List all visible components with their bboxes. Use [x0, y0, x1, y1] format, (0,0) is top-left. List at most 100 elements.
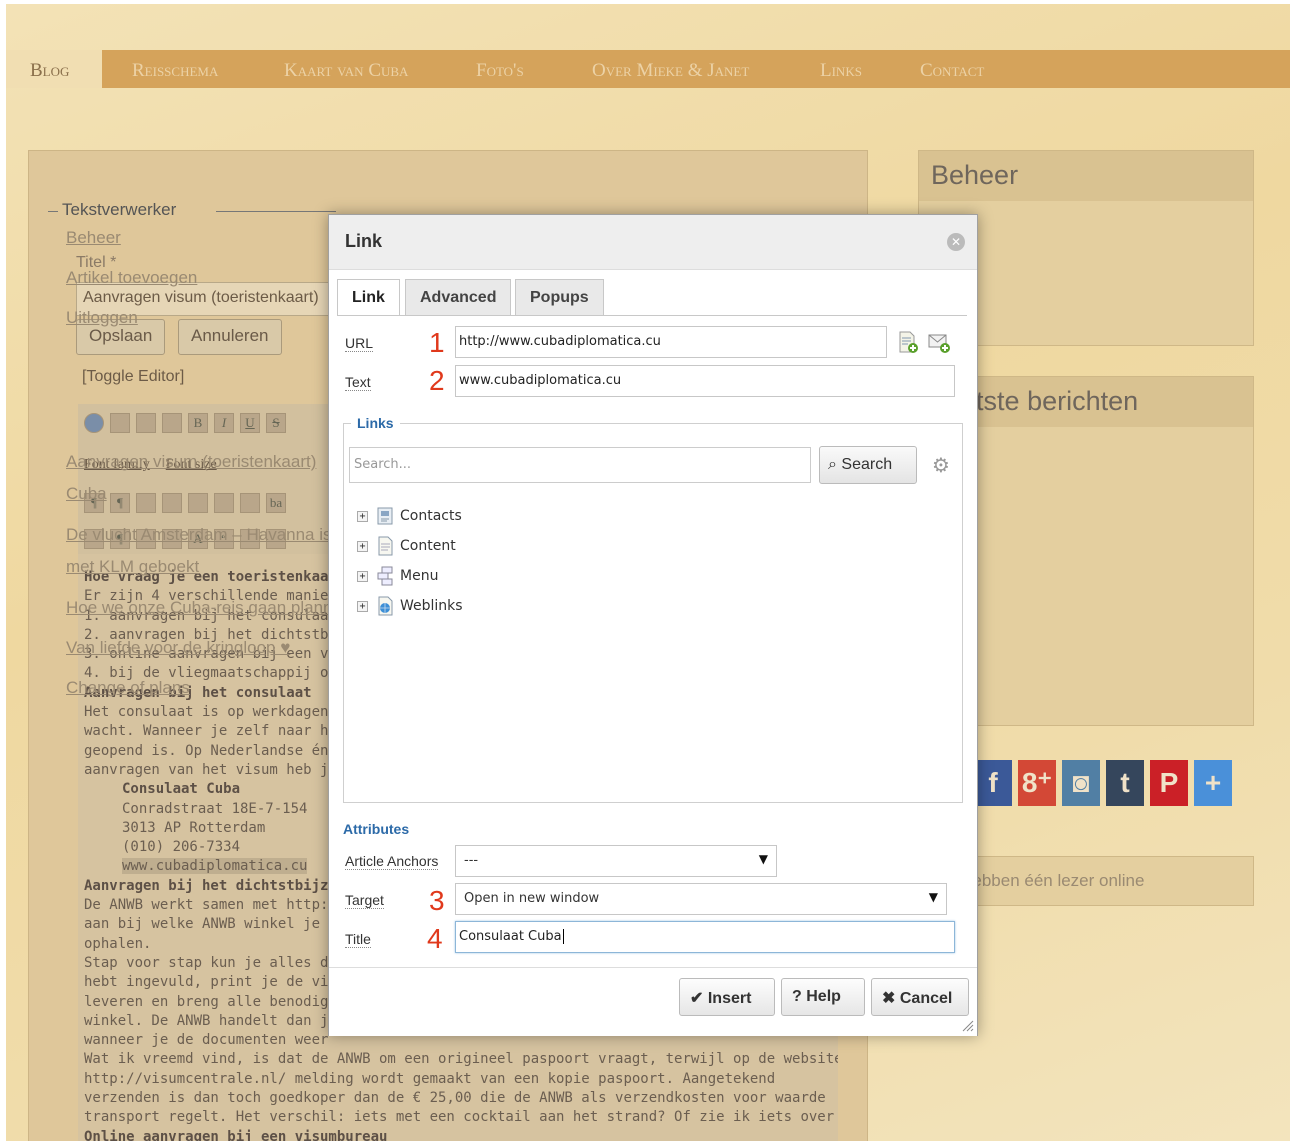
pinterest-icon[interactable]: P [1150, 760, 1188, 806]
tree-item-contacts[interactable]: + Contacts [357, 505, 462, 527]
fullscreen-icon[interactable] [136, 493, 156, 513]
cancel-button[interactable]: ✖ Cancel [871, 978, 969, 1016]
beheer-title: Beheer [919, 151, 1253, 201]
google-plus-icon[interactable]: 8⁺ [1018, 760, 1056, 806]
cancel-article-button[interactable]: Annuleren [178, 319, 282, 355]
text-input[interactable]: www.cubadiplomatica.cu [455, 365, 955, 397]
tumblr-icon[interactable]: t [1106, 760, 1144, 806]
help-icon[interactable] [84, 413, 104, 433]
title-attr-input[interactable]: Consulaat Cuba [455, 921, 955, 953]
underline-icon[interactable]: U [240, 413, 260, 433]
nav-item-contact[interactable]: Contact [920, 60, 984, 82]
editor-line: verzenden is dan toch goedkoper dan de €… [84, 1090, 826, 1107]
tab-popups[interactable]: Popups [515, 279, 604, 315]
share-plus-icon[interactable]: + [1194, 760, 1232, 806]
gear-icon[interactable]: ⚙ [929, 453, 953, 477]
help-button[interactable]: ? Help [781, 978, 865, 1016]
tree-label: Menu [400, 568, 439, 584]
nav-item-kaart-van-cuba[interactable]: Kaart van Cuba [284, 60, 408, 82]
title-attr-label: Title [345, 931, 371, 948]
editor-line: http://visumcentrale.nl/ melding wordt g… [84, 1070, 776, 1087]
help-label: Help [806, 988, 841, 1005]
toggle-editor-link[interactable]: [Toggle Editor] [82, 368, 184, 386]
recent-post-link[interactable]: Cuba [66, 484, 107, 504]
expand-icon[interactable]: + [357, 570, 368, 582]
browse-file-icon[interactable] [895, 330, 919, 354]
recent-post-link[interactable]: Aanvragen visum (toeristenkaart) [66, 452, 316, 472]
template-icon[interactable] [188, 493, 208, 513]
tree-item-content[interactable]: + Content [357, 535, 456, 557]
find-icon[interactable] [240, 493, 260, 513]
tree-item-menu[interactable]: + Menu [357, 565, 438, 587]
dropdown-arrow-icon: ▼ [928, 890, 938, 904]
expand-icon[interactable]: + [357, 540, 368, 552]
nav-item-reisschema[interactable]: Reisschema [132, 60, 218, 82]
new-document-icon[interactable] [110, 413, 130, 433]
redo-icon[interactable] [162, 413, 182, 433]
target-value: Open in new window [464, 891, 600, 906]
tree-item-weblinks[interactable]: + Weblinks [357, 595, 463, 617]
text-cursor [562, 929, 564, 944]
italic-icon[interactable]: I [214, 413, 234, 433]
print-icon[interactable] [214, 493, 234, 513]
document-icon [378, 536, 393, 556]
recent-post-link[interactable]: Van liefde voor de kringloop ♥ [66, 638, 290, 658]
editor-line: Online aanvragen bij een visumbureau [84, 1128, 388, 1141]
tree-label: Weblinks [400, 598, 463, 614]
title-attr-value: Consulaat Cuba [459, 929, 562, 944]
expand-icon[interactable]: + [357, 600, 368, 612]
nav-item-links[interactable]: Links [820, 60, 862, 82]
instagram-icon[interactable]: ◙ [1062, 760, 1100, 806]
contacts-icon [377, 507, 393, 525]
search-button-label: Search [841, 456, 893, 473]
link-dialog: Link ✕ Link Advanced Popups URL 1 http:/… [328, 214, 978, 1036]
cancel-label: Cancel [899, 990, 953, 1007]
bold-icon[interactable]: B [188, 413, 208, 433]
editor-line: transport regelt. Het verschil: iets met… [84, 1109, 838, 1126]
email-link-icon[interactable] [927, 330, 951, 354]
sidebar-link-beheer[interactable]: Beheer [66, 228, 121, 248]
menu-icon [377, 566, 393, 586]
annotation-number: 4 [427, 923, 443, 954]
sidebar-link-uitloggen[interactable]: Uitloggen [66, 308, 138, 328]
check-icon: ✔ [690, 990, 704, 1007]
undo-icon[interactable] [136, 413, 156, 433]
search-button[interactable]: ⌕ Search [819, 446, 917, 484]
dialog-titlebar[interactable]: Link ✕ [329, 215, 977, 270]
url-label: URL [345, 335, 374, 352]
dialog-footer: ✔ Insert ? Help ✖ Cancel [329, 967, 977, 1036]
main-nav: Blog Reisschema Kaart van Cuba Foto's Ov… [6, 50, 1290, 88]
nav-item-fotos[interactable]: Foto's [476, 60, 524, 82]
expand-icon[interactable]: + [357, 510, 368, 522]
close-icon[interactable]: ✕ [947, 233, 965, 251]
facebook-icon[interactable]: f [974, 760, 1012, 806]
recent-post-link[interactable]: Hoe we onze Cuba-reis gaan plannen [66, 598, 351, 618]
anchors-value: --- [464, 853, 479, 868]
preview-icon[interactable] [162, 493, 182, 513]
dialog-title: Link [345, 231, 383, 251]
question-icon: ? [792, 988, 802, 1005]
strikethrough-icon[interactable]: S [266, 413, 286, 433]
nav-item-over-mieke-janet[interactable]: Over Mieke & Janet [592, 60, 749, 82]
target-label: Target [345, 892, 384, 909]
tab-advanced[interactable]: Advanced [405, 279, 512, 315]
target-select[interactable]: Open in new window ▼ [455, 883, 947, 915]
fieldset-border [48, 211, 58, 212]
links-legend: Links [351, 415, 400, 431]
tab-link[interactable]: Link [337, 279, 400, 316]
fieldset-border [216, 211, 336, 212]
recent-post-link[interactable]: met KLM geboekt [66, 557, 199, 577]
url-input[interactable]: http://www.cubadiplomatica.cu [455, 326, 887, 358]
links-search-input[interactable]: Search... [349, 447, 811, 483]
anchors-select[interactable]: --- ▼ [455, 845, 777, 877]
sidebar-link-artikel-toevoegen[interactable]: Artikel toevoegen [66, 268, 197, 288]
paragraph-rtl-icon[interactable]: ¶ [110, 493, 130, 513]
insert-button[interactable]: ✔ Insert [679, 978, 775, 1016]
nav-item-blog[interactable]: Blog [6, 50, 102, 88]
recent-post-link[interactable]: De vlucht Amsterdam – Havanna is [66, 525, 332, 545]
subscript-icon[interactable]: ba [266, 493, 286, 513]
attributes-legend: Attributes [343, 821, 410, 837]
resize-handle-icon[interactable] [960, 1018, 974, 1032]
recent-post-link[interactable]: Change of plans [66, 678, 190, 698]
annotation-number: 2 [429, 365, 445, 396]
